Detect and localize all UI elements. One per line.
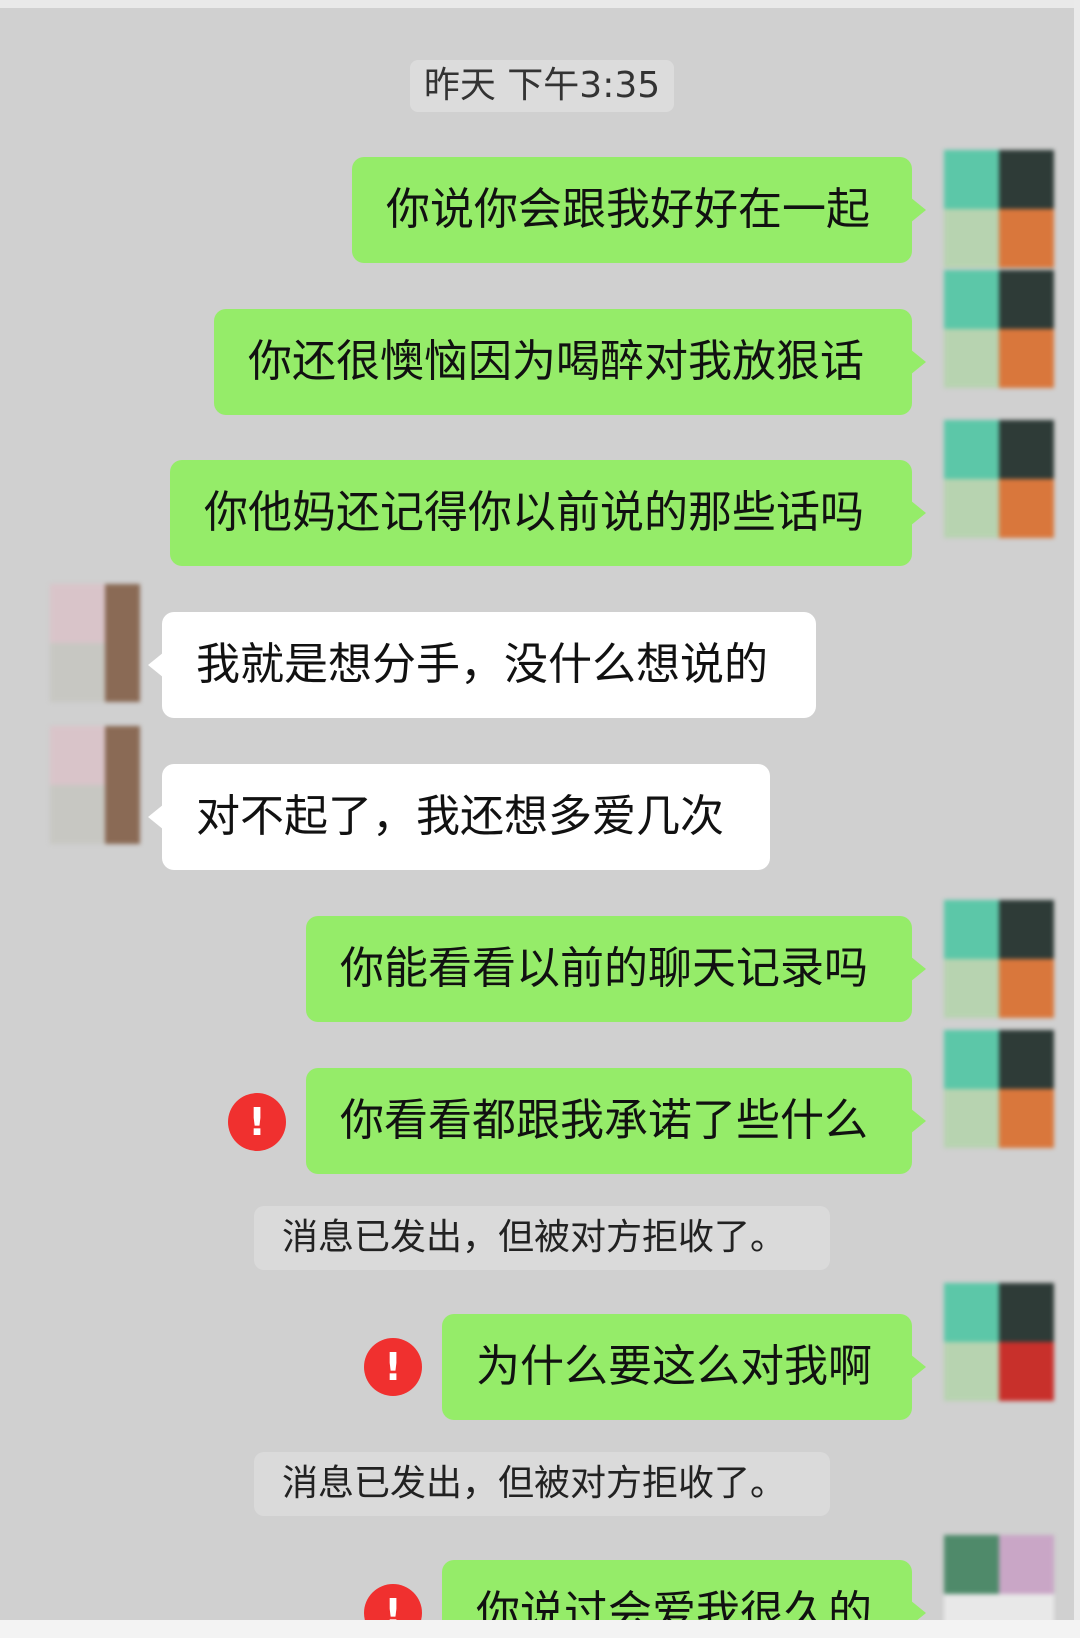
my-avatar[interactable] — [944, 900, 1054, 1018]
send-error-icon[interactable]: ! — [228, 1093, 286, 1151]
my-avatar[interactable] — [944, 270, 1054, 388]
my-message-bubble[interactable]: 你说你会跟我好好在一起 — [352, 157, 926, 263]
error-glyph: ! — [384, 1591, 402, 1620]
contact-message-bubble[interactable]: 我就是想分手，没什么想说的 — [148, 612, 816, 718]
my-message-bubble[interactable]: 你看看都跟我承诺了些什么 — [306, 1068, 926, 1174]
error-glyph: ! — [384, 1345, 402, 1389]
my-message-bubble[interactable]: 你还很懊恼因为喝醉对我放狠话 — [214, 309, 926, 415]
my-avatar[interactable] — [944, 1535, 1054, 1620]
right-edge — [1074, 0, 1080, 1620]
chat-window[interactable]: 昨天 下午3:35 你说你会跟我好好在一起 你还很懊恼因为喝醉对我放狠话 你他妈… — [0, 0, 1080, 1620]
top-edge — [0, 0, 1080, 8]
bottom-edge — [0, 1620, 1080, 1638]
timestamp: 昨天 下午3:35 — [410, 60, 674, 112]
my-avatar[interactable] — [944, 150, 1054, 268]
my-message-bubble[interactable]: 你说过会爱我很久的 — [442, 1560, 926, 1620]
error-glyph: ! — [248, 1100, 266, 1144]
rejected-notice: 消息已发出，但被对方拒收了。 — [254, 1452, 830, 1516]
send-error-icon[interactable]: ! — [364, 1338, 422, 1396]
contact-avatar[interactable] — [30, 726, 140, 844]
my-avatar[interactable] — [944, 1283, 1054, 1401]
my-avatar[interactable] — [944, 1030, 1054, 1148]
contact-message-bubble[interactable]: 对不起了，我还想多爱几次 — [148, 764, 770, 870]
my-message-bubble[interactable]: 你能看看以前的聊天记录吗 — [306, 916, 926, 1022]
my-avatar[interactable] — [944, 420, 1054, 538]
my-message-bubble[interactable]: 你他妈还记得你以前说的那些话吗 — [170, 460, 926, 566]
my-message-bubble[interactable]: 为什么要这么对我啊 — [442, 1314, 926, 1420]
send-error-icon[interactable]: ! — [364, 1584, 422, 1620]
contact-avatar[interactable] — [30, 584, 140, 702]
rejected-notice: 消息已发出，但被对方拒收了。 — [254, 1206, 830, 1270]
